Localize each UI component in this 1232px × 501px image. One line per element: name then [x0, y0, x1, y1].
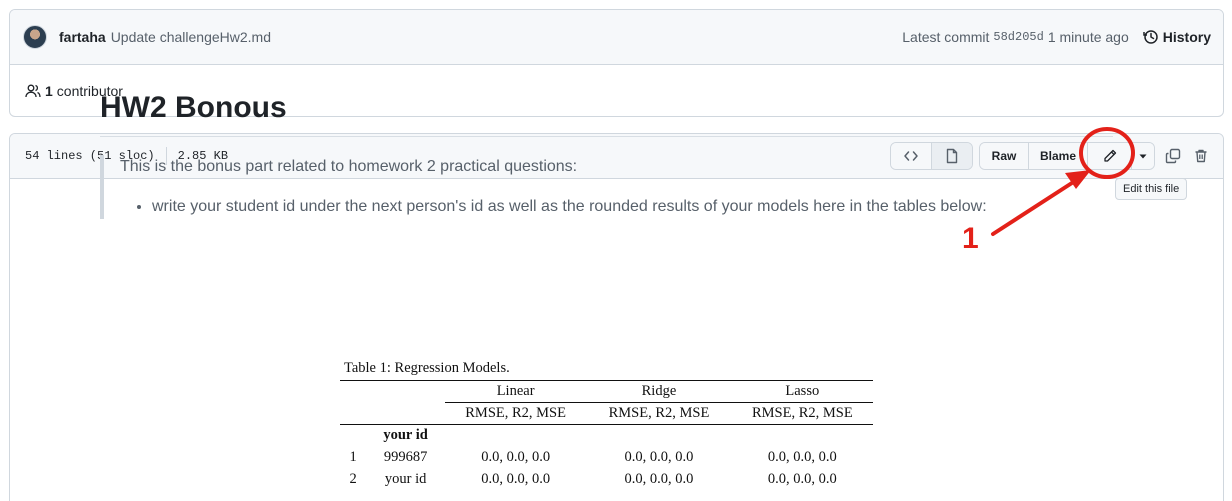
- header-linear: Linear: [444, 380, 587, 403]
- latest-commit-label: Latest commit: [902, 29, 990, 45]
- edit-dropdown-button[interactable]: [1132, 143, 1154, 169]
- metrics-lasso: RMSE, R2, MSE: [731, 402, 873, 425]
- metrics-ridge: RMSE, R2, MSE: [586, 402, 732, 425]
- latest-commit-bar: fartaha Update challengeHw2.md Latest co…: [10, 10, 1223, 65]
- student-id: 999687: [383, 449, 428, 465]
- contributor-count: 1: [45, 83, 53, 99]
- intro-text: This is the bonus part related to homewo…: [120, 158, 578, 175]
- copy-button[interactable]: [1159, 142, 1187, 170]
- history-label: History: [1162, 29, 1211, 45]
- lasso-result: 0.0, 0.0, 0.0: [767, 449, 837, 465]
- edit-tooltip: Edit this file: [1115, 178, 1188, 200]
- metric-header-row: RMSE, R2, MSE RMSE, R2, MSE RMSE, R2, MS…: [340, 402, 873, 425]
- regression-table: Table 1: Regression Models. Linear Ridge…: [340, 360, 873, 491]
- markdown-body: HW2 Bonous This is the bonus part relate…: [100, 90, 1113, 219]
- row-number: 2: [349, 471, 357, 487]
- commit-time: 1 minute ago: [1047, 29, 1129, 45]
- table-row: 2 your id 0.0, 0.0, 0.0 0.0, 0.0, 0.0 0.…: [340, 469, 873, 491]
- triangle-down-icon: [1139, 154, 1147, 159]
- annotation-number: 1: [962, 222, 979, 255]
- copy-icon: [1165, 148, 1181, 164]
- linear-result: 0.0, 0.0, 0.0: [481, 471, 551, 487]
- commit-message[interactable]: Update challengeHw2.md: [111, 29, 271, 45]
- id-header-row: your id: [340, 425, 873, 447]
- commit-author[interactable]: fartaha: [59, 29, 106, 45]
- bullet-list: write your student id under the next per…: [120, 195, 1113, 219]
- ridge-result: 0.0, 0.0, 0.0: [624, 449, 694, 465]
- header-ridge: Ridge: [586, 380, 732, 403]
- history-button[interactable]: History: [1143, 29, 1211, 45]
- results-table: Linear Ridge Lasso RMSE, R2, MSE RMSE, R…: [340, 380, 873, 491]
- id-header: your id: [383, 427, 428, 444]
- list-item: write your student id under the next per…: [152, 195, 1113, 219]
- metrics-linear: RMSE, R2, MSE: [444, 402, 587, 425]
- model-header-row: Linear Ridge Lasso: [340, 380, 873, 403]
- avatar[interactable]: [23, 25, 47, 49]
- lasso-result: 0.0, 0.0, 0.0: [767, 471, 837, 487]
- ridge-result: 0.0, 0.0, 0.0: [624, 471, 694, 487]
- blockquote: This is the bonus part related to homewo…: [100, 155, 1113, 219]
- history-icon: [1143, 30, 1158, 44]
- table-caption: Table 1: Regression Models.: [344, 360, 510, 376]
- header-lasso: Lasso: [731, 380, 873, 403]
- commit-sha[interactable]: 58d205d: [993, 30, 1043, 44]
- trash-icon: [1195, 149, 1207, 163]
- row-number: 1: [349, 449, 357, 465]
- student-id: your id: [384, 471, 427, 487]
- table-row: 1 999687 0.0, 0.0, 0.0 0.0, 0.0, 0.0 0.0…: [340, 447, 873, 469]
- page-title: HW2 Bonous: [100, 90, 1113, 137]
- delete-button[interactable]: [1187, 142, 1215, 170]
- linear-result: 0.0, 0.0, 0.0: [481, 449, 551, 465]
- people-icon: [25, 84, 41, 98]
